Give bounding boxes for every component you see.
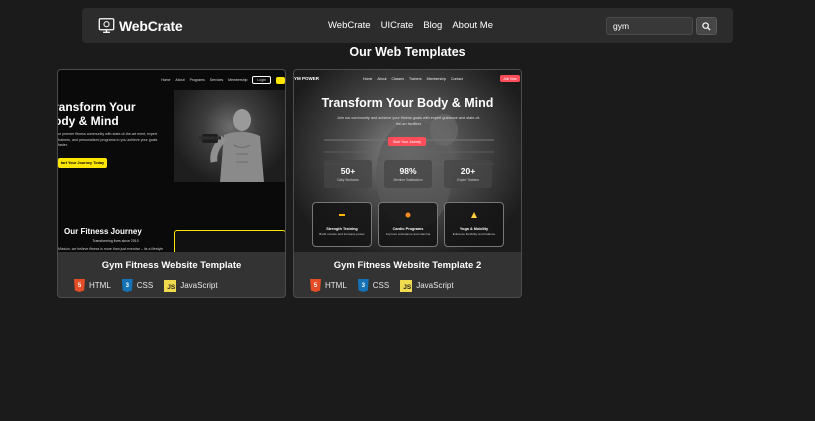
preview-nav: Home About Classes Trainers Membership C… (363, 77, 463, 81)
stat-label: Member Satisfaction (393, 178, 423, 182)
nav-links: WebCrate UICrate Blog About Me (328, 20, 493, 31)
stat-value: 98% (399, 166, 417, 176)
stat-label: Expert Trainers (457, 178, 479, 182)
tech-label: CSS (372, 281, 390, 290)
page-title: Our Web Templates (349, 45, 466, 59)
leaf-icon (471, 212, 477, 218)
html5-icon: 5 (310, 279, 321, 292)
template-card[interactable]: YM POWER Home About Classes Trainers Mem… (293, 69, 522, 298)
preview-nav-item: About (377, 77, 387, 81)
javascript-icon: JS (400, 279, 413, 292)
tech-stack: 5 HTML 3 CSS JS JavaScript (74, 279, 218, 292)
preview-nav-item: Membership (228, 78, 248, 82)
tech-css: 3 CSS (121, 279, 154, 292)
preview-nav: Home About Programs Services Membership … (161, 76, 285, 84)
tech-label: JavaScript (180, 281, 218, 290)
preview-section-sub: Transforming lives since 2010 (92, 239, 139, 243)
top-navbar: WebCrate WebCrate UICrate Blog About Me (82, 8, 733, 43)
html5-icon: 5 (74, 279, 85, 292)
preview-nav-item: Programs (189, 78, 205, 82)
preview-nav-item: Services (209, 78, 224, 82)
css3-icon: 3 (121, 279, 133, 292)
preview-nav-item: Classes (391, 77, 404, 81)
preview-nav-item: About (175, 78, 185, 82)
preview-feature-card: Strength Training Build muscle and incre… (312, 202, 372, 247)
nav-link-blog[interactable]: Blog (423, 20, 442, 31)
template-preview-image[interactable]: Home About Programs Services Membership … (58, 70, 285, 252)
preview-section-title: Our Fitness Journey (64, 227, 142, 236)
tech-label: HTML (325, 281, 347, 290)
preview-stat: 20+ Expert Trainers (444, 160, 492, 188)
feature-desc: Build muscle and increase power (319, 232, 365, 236)
brand-logo[interactable]: WebCrate (98, 17, 183, 34)
crate-icon (98, 18, 115, 33)
heart-icon (405, 212, 411, 218)
search-input[interactable] (606, 17, 693, 35)
preview-nav-item: Home (161, 78, 171, 82)
preview-cta: Start Your Journey (388, 137, 426, 146)
nav-link-about-me[interactable]: About Me (452, 20, 493, 31)
feature-desc: Enhance flexibility and balance (452, 232, 496, 236)
stat-value: 20+ (460, 166, 476, 176)
preview-heading: ransform Your ody & Mind (58, 100, 136, 128)
dumbbell-icon (339, 214, 345, 216)
stat-value: 50+ (340, 166, 356, 176)
css3-icon: 3 (357, 279, 369, 292)
nav-link-uicrate[interactable]: UICrate (381, 20, 414, 31)
preview-heading-line: ody & Mind (58, 114, 119, 128)
preview-nav-item: Home (363, 77, 373, 81)
preview-heading: Transform Your Body & Mind (321, 96, 494, 110)
preview-frame (174, 230, 285, 252)
preview-feature-card: Yoga & Mobility Enhance flexibility and … (444, 202, 504, 247)
feature-desc: Improve endurance and stamina (385, 232, 431, 236)
javascript-icon: JS (164, 279, 177, 292)
preview-athlete-photo (174, 90, 285, 182)
preview-nav-item: Membership (426, 77, 446, 81)
tech-html: 5 HTML (310, 279, 347, 292)
preview-cta: tart Your Journey Today (58, 158, 107, 168)
preview-section-text: Mission, we believe fitness is more than… (58, 247, 164, 251)
stat-label: Daily Workouts (337, 178, 359, 182)
preview-text: ur premier fitness community with state-… (58, 132, 158, 148)
nav-link-webcrate[interactable]: WebCrate (328, 20, 371, 31)
tech-js: JS JavaScript (400, 279, 454, 292)
tech-label: JavaScript (416, 281, 454, 290)
card-title[interactable]: Gym Fitness Website Template (58, 260, 285, 271)
preview-text: Join our community and achieve your fitn… (336, 116, 481, 126)
tech-css: 3 CSS (357, 279, 390, 292)
tech-js: JS JavaScript (164, 279, 218, 292)
search-icon (702, 21, 711, 31)
preview-stat: 98% Member Satisfaction (384, 160, 432, 188)
brand-name: WebCrate (119, 17, 183, 34)
tech-stack: 5 HTML 3 CSS JS JavaScript (310, 279, 454, 292)
template-card[interactable]: Home About Programs Services Membership … (57, 69, 286, 298)
preview-nav-item: Contact (450, 77, 463, 81)
preview-feature-card: Cardio Programs Improve endurance and st… (378, 202, 438, 247)
preview-join-button: Join Now (500, 75, 520, 82)
preview-login-button: Login (252, 76, 271, 84)
tech-label: HTML (89, 281, 111, 290)
preview-nav-item: Trainers (408, 77, 422, 81)
preview-stat: 50+ Daily Workouts (324, 160, 372, 188)
feature-title: Yoga & Mobility (459, 227, 489, 231)
feature-title: Cardio Programs (392, 227, 424, 231)
search-button[interactable] (696, 17, 717, 35)
template-preview-image[interactable]: YM POWER Home About Classes Trainers Mem… (294, 70, 521, 252)
preview-brand: YM POWER (294, 76, 320, 81)
tech-label: CSS (136, 281, 154, 290)
tech-html: 5 HTML (74, 279, 111, 292)
card-title[interactable]: Gym Fitness Website Template 2 (294, 260, 521, 271)
preview-heading-line: ransform Your (58, 100, 136, 114)
feature-title: Strength Training (326, 227, 358, 231)
preview-join-button (276, 76, 285, 84)
